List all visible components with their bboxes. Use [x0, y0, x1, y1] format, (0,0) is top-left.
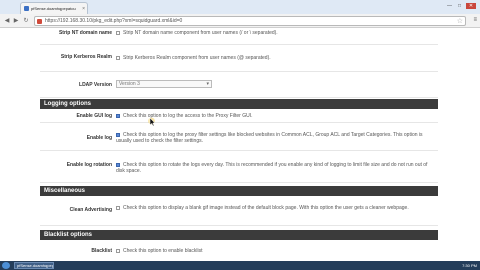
back-icon[interactable]: ◀	[3, 17, 11, 25]
browser-titlebar: pfSense.doamhqpepatou × — □ ✕	[0, 0, 480, 14]
enable-log-rotation-label: Enable log rotation	[66, 162, 112, 168]
chevron-down-icon: ▾	[206, 81, 209, 87]
pfsense-favicon-icon	[24, 6, 29, 11]
enable-log-label: Enable log	[86, 135, 112, 141]
menu-icon[interactable]: ≡	[473, 17, 477, 23]
enable-log-rotation-text: Check this option to rotate the logs eve…	[116, 162, 428, 174]
clean-advertising-text: Check this option to display a blank gif…	[123, 205, 409, 211]
strip-kerberos-label: Strip Kerberos Realm	[60, 54, 112, 60]
enable-gui-log-row: Enable GUI log Check this option to log …	[40, 109, 438, 123]
logging-options-header: Logging options	[40, 99, 438, 109]
taskbar-clock: 7:30 PM	[462, 263, 477, 268]
blacklist-row: Blacklist Check this option to enable bl…	[40, 240, 438, 261]
strip-kerberos-row: Strip Kerberos Realm Strip Kerberos Real…	[40, 45, 438, 72]
enable-log-rotation-checkbox[interactable]	[116, 163, 120, 167]
enable-gui-log-checkbox[interactable]	[116, 114, 120, 118]
enable-log-rotation-row: Enable log rotation Check this option to…	[40, 151, 438, 183]
clean-advertising-option: Check this option to display a blank gif…	[116, 205, 434, 211]
tab-title: pfSense.doamhqpepatou	[31, 6, 76, 11]
minimize-icon[interactable]: —	[446, 3, 453, 9]
clean-advertising-label: Clean Advertising	[69, 207, 112, 213]
strip-nt-checkbox[interactable]	[116, 31, 120, 35]
enable-log-text: Check this option to log the proxy filte…	[116, 132, 423, 144]
strip-kerberos-option: Strip Kerberos Realm component from user…	[116, 55, 434, 61]
ldap-version-value: Version 3	[119, 81, 140, 87]
ldap-version-select[interactable]: Version 3 ▾	[116, 80, 212, 88]
reload-icon[interactable]: ↻	[22, 17, 30, 25]
strip-kerberos-text: Strip Kerberos Realm component from user…	[123, 55, 271, 61]
url-text: https://192.168.30.10/pkg_edit.php?xml=s…	[45, 18, 183, 24]
insecure-lock-icon	[37, 19, 42, 24]
strip-nt-label: Strip NT domain name	[58, 30, 112, 36]
tab-close-icon[interactable]: ×	[82, 6, 85, 12]
blacklist-option: Check this option to enable blacklist	[116, 248, 434, 254]
enable-gui-log-text: Check this option to log the access to t…	[123, 113, 253, 119]
maximize-icon[interactable]: □	[456, 3, 463, 9]
settings-page: Strip NT domain name Strip NT domain nam…	[40, 28, 438, 261]
ldap-version-label: LDAP Version	[79, 82, 112, 88]
taskbar-browser-item[interactable]: pfSense.doamhqpep...	[14, 262, 54, 269]
strip-nt-text: Strip NT domain name component from user…	[123, 30, 278, 36]
clean-advertising-checkbox[interactable]	[116, 206, 120, 210]
browser-toolbar: ◀ ▶ ↻ https://192.168.30.10/pkg_edit.php…	[0, 14, 480, 28]
start-button[interactable]	[2, 262, 10, 269]
blacklist-checkbox[interactable]	[116, 249, 120, 253]
blacklist-text: Check this option to enable blacklist	[123, 248, 203, 254]
miscellaneous-header: Miscellaneous	[40, 186, 438, 196]
enable-log-rotation-option: Check this option to rotate the logs eve…	[116, 162, 434, 174]
strip-kerberos-checkbox[interactable]	[116, 56, 120, 60]
forward-icon[interactable]: ▶	[12, 17, 20, 25]
enable-gui-log-option: Check this option to log the access to t…	[116, 113, 434, 119]
enable-log-option: Check this option to log the proxy filte…	[116, 132, 434, 144]
strip-nt-row: Strip NT domain name Strip NT domain nam…	[40, 28, 438, 45]
strip-nt-option: Strip NT domain name component from user…	[116, 30, 434, 36]
address-bar[interactable]: https://192.168.30.10/pkg_edit.php?xml=s…	[34, 16, 466, 26]
ldap-version-row: LDAP Version Version 3 ▾	[40, 72, 438, 98]
clean-advertising-row: Clean Advertising Check this option to d…	[40, 196, 438, 226]
os-taskbar: pfSense.doamhqpep... 7:30 PM	[0, 261, 480, 270]
close-icon[interactable]: ✕	[466, 3, 476, 9]
browser-tab[interactable]: pfSense.doamhqpepatou ×	[20, 2, 88, 14]
ldap-version-cell: Version 3 ▾	[116, 80, 434, 88]
enable-log-row: Enable log Check this option to log the …	[40, 123, 438, 151]
enable-log-checkbox[interactable]	[116, 133, 120, 137]
enable-gui-log-label: Enable GUI log	[76, 113, 112, 119]
blacklist-label: Blacklist	[91, 248, 112, 254]
blacklist-options-header: Blacklist options	[40, 230, 438, 240]
bookmark-star-icon[interactable]: ☆	[457, 17, 463, 25]
mouse-cursor-icon	[148, 117, 155, 127]
window-controls: — □ ✕	[446, 3, 476, 9]
